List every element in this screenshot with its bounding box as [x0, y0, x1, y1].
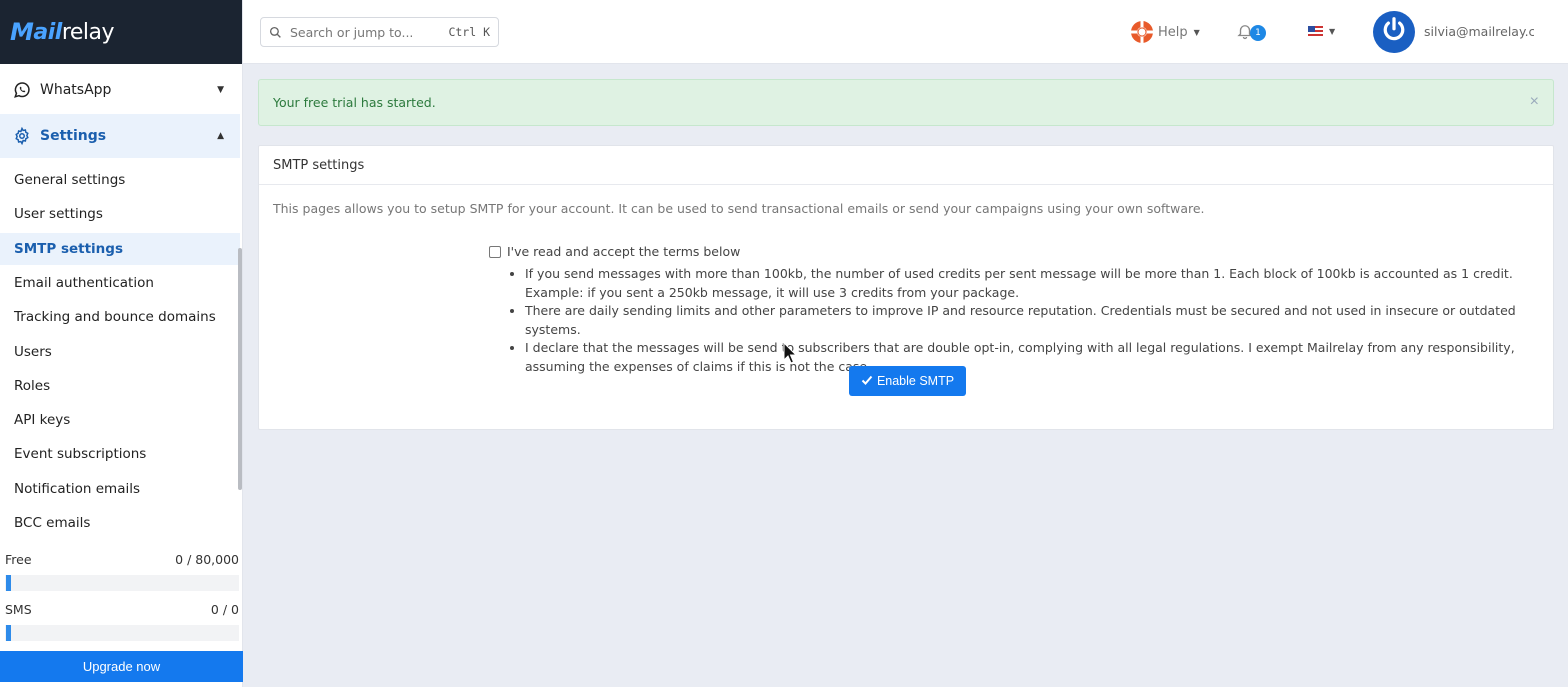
terms-item: I declare that the messages will be send… — [525, 339, 1539, 376]
notifications-button[interactable]: 1 — [1236, 21, 1276, 47]
sidebar-item-label: Email authentication — [14, 275, 154, 291]
language-selector[interactable]: ▼ — [1308, 26, 1335, 36]
usage-value: 0 / 80,000 — [175, 552, 239, 567]
sidebar-item-event-subscriptions[interactable]: Event subscriptions — [0, 438, 240, 470]
sidebar-item-label: User settings — [14, 206, 103, 222]
smtp-settings-card: SMTP settings This pages allows you to s… — [258, 145, 1554, 430]
logo-bar: Mail relay — [0, 0, 242, 64]
sidebar-item-label: SMTP settings — [14, 241, 123, 257]
us-flag-icon — [1308, 26, 1323, 36]
search-shortcut: Ctrl K — [448, 25, 490, 39]
sidebar-item-label: Users — [14, 344, 52, 360]
sidebar-item-notification-emails[interactable]: Notification emails — [0, 473, 240, 505]
terms-block: I've read and accept the terms below If … — [489, 244, 1539, 376]
caret-down-icon: ▼ — [1329, 26, 1336, 36]
sidebar-item-whatsapp[interactable]: WhatsApp ▼ — [0, 76, 240, 104]
sidebar-item-label: API keys — [14, 412, 71, 428]
enable-smtp-button[interactable]: Enable SMTP — [849, 366, 966, 396]
usage-free: Free 0 / 80,000 — [0, 552, 243, 591]
logo-relay: relay — [61, 19, 115, 45]
usage-progress-bar — [5, 575, 239, 591]
usage-value: 0 / 0 — [210, 602, 239, 617]
usage-label: SMS — [5, 602, 32, 617]
sidebar-item-user-settings[interactable]: User settings — [0, 198, 240, 230]
sidebar-item-label: Tracking and bounce domains — [14, 309, 216, 325]
gear-icon — [12, 126, 32, 146]
logo-m: M — [10, 18, 34, 46]
logo-ail: ail — [33, 19, 62, 45]
sidebar-item-general-settings[interactable]: General settings — [0, 164, 240, 196]
sidebar-item-roles[interactable]: Roles — [0, 370, 240, 402]
sidebar-item-email-authentication[interactable]: Email authentication — [0, 267, 240, 299]
user-email[interactable]: silvia@mailrelay.com — [1424, 24, 1534, 39]
accept-terms-checkbox[interactable]: I've read and accept the terms below — [489, 244, 1539, 259]
card-title: SMTP settings — [259, 146, 1553, 185]
sidebar: Mail relay WhatsApp ▼ Settings ▲ General … — [0, 0, 243, 687]
checkbox-icon[interactable] — [489, 245, 501, 258]
sidebar-scrollbar[interactable] — [238, 248, 242, 490]
trial-alert: Your free trial has started. × — [258, 79, 1554, 126]
accept-terms-label: I've read and accept the terms below — [507, 244, 741, 259]
alert-message: Your free trial has started. — [273, 95, 436, 110]
search-placeholder: Search or jump to... — [290, 24, 414, 40]
caret-down-icon: ▼ — [1193, 27, 1200, 37]
search-icon — [269, 26, 282, 39]
smtp-description: This pages allows you to setup SMTP for … — [273, 201, 1205, 216]
avatar[interactable] — [1373, 11, 1415, 53]
sidebar-item-label: Notification emails — [14, 481, 141, 497]
search-input[interactable]: Search or jump to... Ctrl K — [260, 17, 499, 47]
caret-down-icon: ▼ — [217, 85, 224, 95]
whatsapp-icon — [12, 80, 32, 100]
notification-badge: 1 — [1250, 25, 1266, 41]
check-icon — [861, 374, 873, 389]
sidebar-item-smtp-settings[interactable]: SMTP settings — [0, 233, 240, 265]
sidebar-item-label: Settings — [40, 128, 107, 144]
usage-sms: SMS 0 / 0 — [0, 602, 243, 641]
lifebuoy-icon — [1130, 20, 1154, 44]
help-menu[interactable]: Help ▼ — [1130, 20, 1200, 44]
terms-list: If you send messages with more than 100k… — [489, 265, 1539, 376]
sidebar-item-tracking-bounce-domains[interactable]: Tracking and bounce domains — [0, 301, 240, 333]
mouse-cursor-icon — [783, 341, 798, 368]
terms-item: If you send messages with more than 100k… — [525, 265, 1539, 302]
usage-progress-fill — [6, 625, 11, 641]
sidebar-item-users[interactable]: Users — [0, 336, 240, 368]
sidebar-item-api-keys[interactable]: API keys — [0, 404, 240, 436]
power-icon — [1379, 15, 1409, 49]
caret-up-icon: ▲ — [217, 131, 224, 141]
topbar: Search or jump to... Ctrl K Help ▼ 1 ▼ s… — [243, 0, 1568, 64]
sidebar-item-label: General settings — [14, 172, 126, 188]
upgrade-now-button[interactable]: Upgrade now — [0, 651, 243, 682]
sidebar-item-label: BCC emails — [14, 515, 91, 531]
usage-progress-fill — [6, 575, 11, 591]
help-label: Help — [1158, 24, 1188, 40]
sidebar-item-label: Roles — [14, 378, 51, 394]
sidebar-item-label: WhatsApp — [40, 82, 112, 98]
usage-label: Free — [5, 552, 32, 567]
terms-item: There are daily sending limits and other… — [525, 302, 1539, 339]
sidebar-item-settings[interactable]: Settings ▲ — [0, 114, 240, 158]
enable-smtp-label: Enable SMTP — [876, 374, 955, 388]
sidebar-item-bcc-emails[interactable]: BCC emails — [0, 507, 240, 539]
close-icon[interactable]: × — [1530, 93, 1539, 111]
sidebar-item-label: Event subscriptions — [14, 446, 147, 462]
mailrelay-logo[interactable]: Mail relay — [10, 18, 115, 46]
usage-progress-bar — [5, 625, 239, 641]
